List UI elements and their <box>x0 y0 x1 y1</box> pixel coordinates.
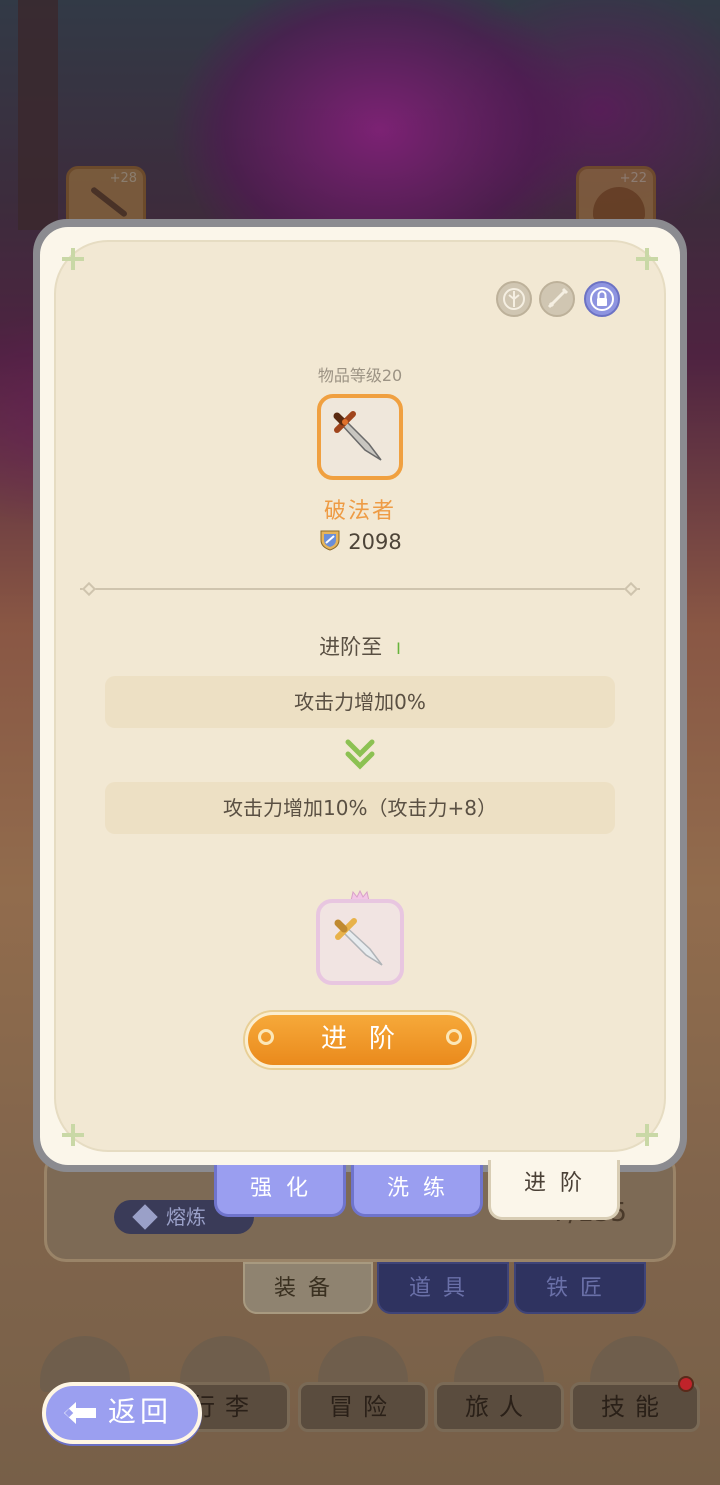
dagger-icon <box>334 918 383 966</box>
nav-adventure[interactable]: 冒险 <box>298 1382 428 1432</box>
tab-refine[interactable]: 洗练 <box>351 1165 483 1217</box>
advance-to-row: 进阶至 I <box>0 631 720 661</box>
lock-icon[interactable] <box>584 281 620 317</box>
advance-to-label: 进阶至 <box>319 635 383 659</box>
tab-items[interactable]: 道具 <box>377 1262 509 1314</box>
notification-badge <box>678 1376 694 1392</box>
dagger-icon <box>333 411 382 461</box>
sword-icon[interactable] <box>539 281 575 317</box>
item-name: 破法者 <box>323 499 396 524</box>
inventory-tabs: 装备 道具 铁匠 <box>0 1262 720 1318</box>
corner-ornament <box>62 248 84 270</box>
smelt-label: 熔炼 <box>166 1205 206 1229</box>
current-stat: 攻击力增加0% <box>105 676 615 728</box>
power-display: 2098 <box>0 528 720 554</box>
advance-tier: I <box>396 639 401 658</box>
advance-button[interactable]: 进阶 <box>245 1012 475 1068</box>
diamond-icon <box>132 1204 158 1230</box>
tab-blacksmith[interactable]: 铁匠 <box>514 1262 646 1314</box>
back-arrow-icon <box>64 1402 96 1424</box>
nav-travelers[interactable]: 旅人 <box>434 1382 564 1432</box>
swirl-ornament <box>258 1029 274 1045</box>
corner-ornament <box>636 1124 658 1146</box>
swirl-ornament <box>446 1029 462 1045</box>
item-level: 物品等级20 <box>317 366 403 385</box>
shield-icon <box>320 530 340 551</box>
next-stat: 攻击力增加10%（攻击力+8） <box>105 782 615 834</box>
back-button[interactable]: 返回 <box>42 1382 202 1444</box>
tab-enhance[interactable]: 强化 <box>214 1165 346 1217</box>
tab-equipment[interactable]: 装备 <box>243 1262 373 1314</box>
corner-ornament <box>636 248 658 270</box>
divider <box>80 588 640 590</box>
back-label: 返回 <box>108 1395 173 1428</box>
corner-ornament <box>62 1124 84 1146</box>
advanced-item-slot[interactable] <box>316 899 404 985</box>
item-slot[interactable] <box>317 394 403 480</box>
advance-button-label: 进阶 <box>320 1024 417 1054</box>
power-value: 2098 <box>348 530 402 554</box>
crest-icon[interactable] <box>496 281 532 317</box>
arrow-down-icon <box>345 739 375 770</box>
tab-advance[interactable]: 进阶 <box>488 1160 620 1220</box>
